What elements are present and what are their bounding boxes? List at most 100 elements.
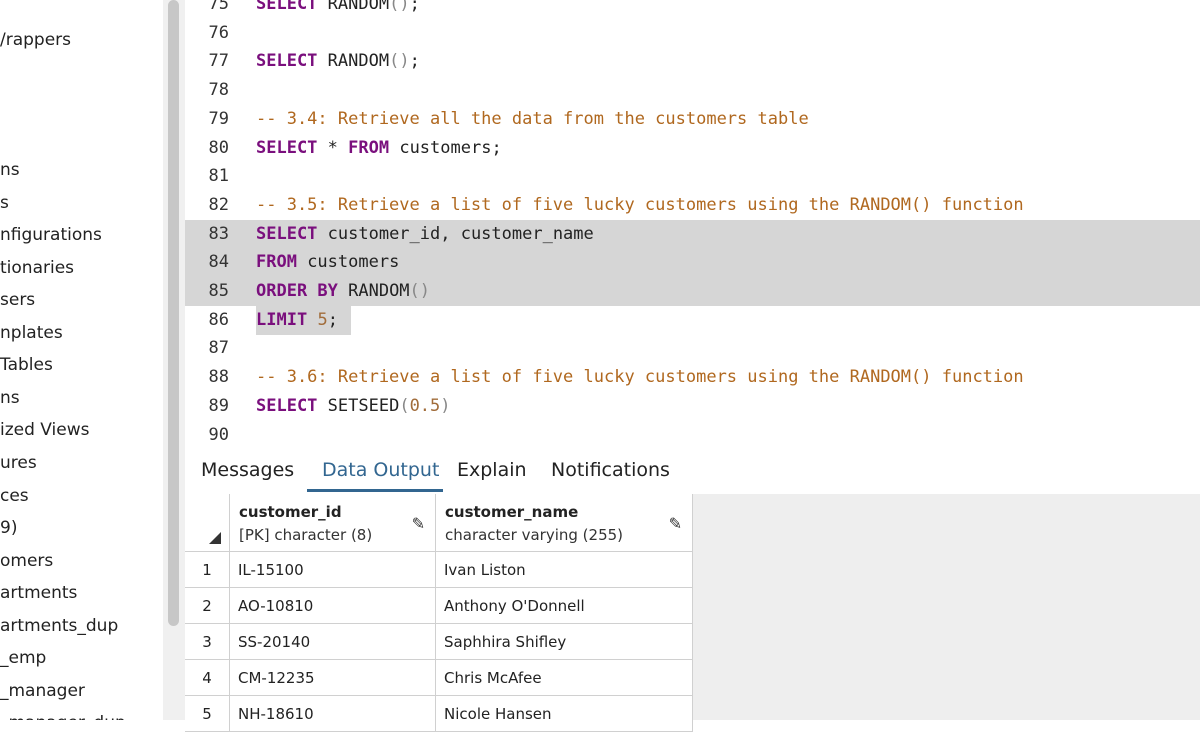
sql-editor[interactable]: 75 SELECT RANDOM(); 76 77 SELECT RANDOM(); 78…: [185, 0, 1200, 448]
cell-customer-id[interactable]: SS-20140: [230, 624, 436, 660]
cell-customer-id[interactable]: IL-15100: [230, 552, 436, 588]
column-name: customer_id: [239, 503, 342, 521]
table-row[interactable]: 3 SS-20140 Saphhira Shifley: [185, 624, 693, 660]
line-number: 81: [208, 166, 229, 187]
tree-item[interactable]: 9): [0, 518, 17, 538]
code-text[interactable]: SELECT SETSEED(0.5): [256, 392, 451, 421]
tree-item[interactable]: omers: [0, 551, 53, 571]
tree-item[interactable]: /rappers: [0, 30, 71, 50]
line-number: 75: [208, 0, 229, 14]
line-number: 88: [208, 367, 229, 388]
table-row[interactable]: 2 AO-10810 Anthony O'Donnell: [185, 588, 693, 624]
code-text[interactable]: SELECT * FROM customers;: [256, 134, 502, 163]
line-number: 79: [208, 108, 229, 129]
tree-item[interactable]: ns: [0, 388, 20, 408]
line-number: 82: [208, 194, 229, 215]
pencil-icon[interactable]: ✎: [669, 514, 682, 533]
code-line[interactable]: 90: [185, 421, 1200, 449]
code-text[interactable]: -- 3.5: Retrieve a list of five lucky cu…: [256, 191, 1024, 220]
code-line[interactable]: 80 SELECT * FROM customers;: [185, 134, 1200, 163]
code-line[interactable]: 79 -- 3.4: Retrieve all the data from the…: [185, 105, 1200, 134]
row-number[interactable]: 1: [185, 552, 230, 588]
tree-item[interactable]: s: [0, 193, 9, 213]
cell-customer-name[interactable]: Nicole Hansen: [436, 696, 693, 732]
object-tree-panel: /rappers ns s nfigurations tionaries sers npla…: [0, 0, 163, 720]
code-line[interactable]: 81: [185, 162, 1200, 191]
code-text[interactable]: -- 3.4: Retrieve all the data from the c…: [256, 105, 809, 134]
grid-empty-area: [693, 494, 1200, 720]
tree-item[interactable]: sers: [0, 290, 35, 310]
tree-item[interactable]: nplates: [0, 323, 63, 343]
code-line[interactable]: 84 FROM customers: [185, 248, 1200, 278]
line-number: 86: [208, 309, 229, 330]
cell-customer-name[interactable]: Anthony O'Donnell: [436, 588, 693, 624]
column-header-customer-id[interactable]: customer_id [PK] character (8) ✎: [230, 494, 436, 552]
code-line[interactable]: 75 SELECT RANDOM();: [185, 0, 1200, 19]
column-header-customer-name[interactable]: customer_name character varying (255) ✎: [436, 494, 693, 552]
tab-explain[interactable]: Explain: [457, 448, 527, 494]
tree-item[interactable]: artments: [0, 583, 77, 603]
code-text[interactable]: SELECT RANDOM();: [256, 0, 420, 19]
tree-item[interactable]: nfigurations: [0, 225, 102, 245]
tree-item[interactable]: _manager_dup: [0, 713, 126, 720]
result-tabs: Messages Data Output Explain Notificatio…: [185, 448, 1200, 495]
data-output-grid: customer_id [PK] character (8) ✎ custome…: [185, 494, 1200, 732]
tree-item[interactable]: Tables: [0, 355, 53, 375]
row-number[interactable]: 3: [185, 624, 230, 660]
tab-data-output[interactable]: Data Output: [322, 448, 439, 494]
code-text[interactable]: -- 3.6: Retrieve a list of five lucky cu…: [256, 363, 1024, 392]
code-line[interactable]: 89 SELECT SETSEED(0.5): [185, 392, 1200, 421]
line-number: 90: [208, 424, 229, 445]
code-line[interactable]: 78: [185, 76, 1200, 105]
tree-item[interactable]: _emp: [0, 648, 46, 668]
line-number: 84: [208, 252, 229, 273]
corner-triangle-icon: [209, 532, 221, 544]
line-number: 80: [208, 137, 229, 158]
cell-customer-name[interactable]: Chris McAfee: [436, 660, 693, 696]
line-number: 76: [208, 22, 229, 43]
cell-customer-name[interactable]: Saphhira Shifley: [436, 624, 693, 660]
code-line[interactable]: 85 ORDER BY RANDOM(): [185, 277, 1200, 306]
tree-scrollbar[interactable]: [163, 0, 185, 720]
code-line[interactable]: 82 -- 3.5: Retrieve a list of five lucky …: [185, 191, 1200, 220]
pencil-icon[interactable]: ✎: [412, 514, 425, 533]
line-number: 77: [208, 51, 229, 72]
code-text[interactable]: LIMIT 5;: [256, 306, 338, 335]
cell-customer-name[interactable]: Ivan Liston: [436, 552, 693, 588]
tab-messages[interactable]: Messages: [201, 448, 294, 494]
grid-corner-header[interactable]: [185, 494, 230, 552]
tree-item[interactable]: tionaries: [0, 258, 74, 278]
code-text[interactable]: ORDER BY RANDOM(): [256, 277, 430, 306]
row-number[interactable]: 5: [185, 696, 230, 732]
line-number: 89: [208, 395, 229, 416]
tree-scrollbar-thumb[interactable]: [168, 0, 179, 626]
tree-item[interactable]: ces: [0, 486, 29, 506]
column-type: [PK] character (8): [239, 526, 373, 544]
table-row[interactable]: 5 NH-18610 Nicole Hansen: [185, 696, 693, 732]
row-number[interactable]: 2: [185, 588, 230, 624]
code-line[interactable]: 88 -- 3.6: Retrieve a list of five lucky …: [185, 363, 1200, 392]
cell-customer-id[interactable]: AO-10810: [230, 588, 436, 624]
tree-item[interactable]: ized Views: [0, 420, 90, 440]
tree-item[interactable]: _manager: [0, 681, 85, 701]
cell-customer-id[interactable]: CM-12235: [230, 660, 436, 696]
code-line[interactable]: 76: [185, 19, 1200, 48]
code-text[interactable]: FROM customers: [256, 248, 399, 277]
code-text[interactable]: SELECT customer_id, customer_name: [256, 220, 594, 249]
code-text[interactable]: SELECT RANDOM();: [256, 47, 420, 76]
code-line[interactable]: 77 SELECT RANDOM();: [185, 47, 1200, 76]
tree-item[interactable]: artments_dup: [0, 616, 118, 636]
column-type: character varying (255): [445, 526, 624, 544]
active-tab-indicator: [307, 489, 443, 492]
line-number: 87: [208, 338, 229, 359]
tree-item[interactable]: ures: [0, 453, 37, 473]
tree-item[interactable]: ns: [0, 160, 20, 180]
tab-notifications[interactable]: Notifications: [551, 448, 670, 494]
cell-customer-id[interactable]: NH-18610: [230, 696, 436, 732]
row-number[interactable]: 4: [185, 660, 230, 696]
code-line[interactable]: 87: [185, 334, 1200, 363]
table-row[interactable]: 1 IL-15100 Ivan Liston: [185, 552, 693, 588]
table-row[interactable]: 4 CM-12235 Chris McAfee: [185, 660, 693, 696]
code-line[interactable]: 86 LIMIT 5;: [185, 305, 1200, 335]
code-line[interactable]: 83 SELECT customer_id, customer_name: [185, 219, 1200, 249]
